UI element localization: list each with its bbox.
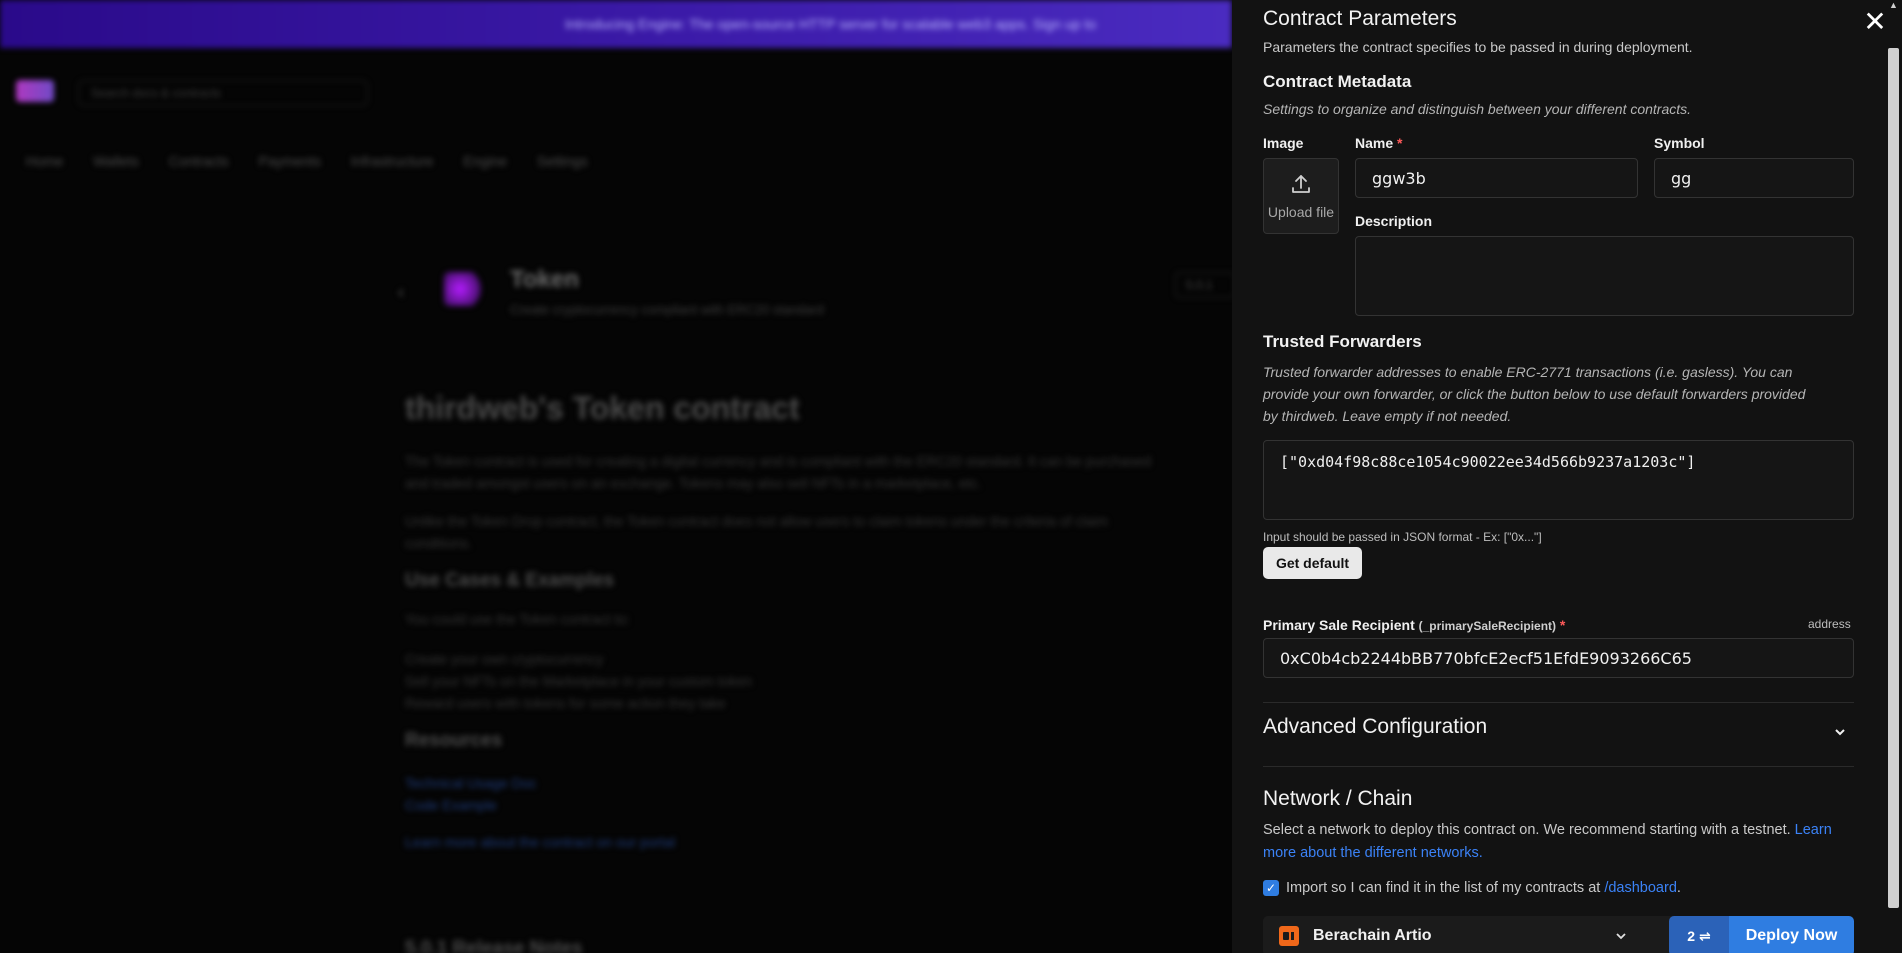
dashboard-link[interactable]: /dashboard xyxy=(1604,880,1677,896)
contract-description-1: The Token contract is used for creating … xyxy=(405,453,1152,491)
import-text: Import so I can find it in the list of m… xyxy=(1286,880,1681,896)
network-select-value: Berachain Artio xyxy=(1313,927,1432,944)
network-chain-title: Network / Chain xyxy=(1263,787,1413,810)
chevron-down-icon xyxy=(1835,729,1845,736)
nav-infrastructure: Infrastructure xyxy=(350,153,434,169)
image-label: Image xyxy=(1263,135,1304,151)
back-arrow-icon: ‹ xyxy=(398,282,404,302)
nav-wallets: Wallets xyxy=(93,153,139,169)
close-icon[interactable]: ✕ xyxy=(1862,8,1888,36)
drawer-scrollbar[interactable] xyxy=(1888,48,1899,908)
contract-title: Token xyxy=(510,266,579,293)
upload-label: Upload file xyxy=(1267,204,1335,220)
name-label: Name * xyxy=(1355,135,1403,151)
advanced-configuration-title: Advanced Configuration xyxy=(1263,715,1488,738)
symbol-label: Symbol xyxy=(1654,135,1705,151)
symbol-input[interactable]: gg xyxy=(1654,158,1854,198)
required-marker: * xyxy=(1397,135,1403,151)
nav-home: Home xyxy=(26,153,64,169)
get-default-button[interactable]: Get default xyxy=(1263,547,1362,579)
import-checkbox[interactable]: ✓ xyxy=(1263,880,1279,896)
primary-sale-recipient-input[interactable]: 0xC0b4cb2244bBB770bfcE2ecf51EfdE9093266C… xyxy=(1263,638,1854,678)
top-nav: Home Wallets Contracts Payments Infrastr… xyxy=(26,153,588,169)
upload-file-button[interactable]: Upload file xyxy=(1263,158,1339,234)
use-case-item: Reward users with tokens for some action… xyxy=(405,695,726,711)
nav-payments: Payments xyxy=(258,153,321,169)
release-notes-heading: 5.0.1 Release Notes xyxy=(405,938,583,953)
version-select: 5.0.1 xyxy=(1175,272,1235,298)
use-cases-intro: You could use the Token contract to: xyxy=(405,611,630,627)
contract-description-2: Unlike the Token Drop contract, the Toke… xyxy=(405,513,1108,551)
contract-metadata-desc: Settings to organize and distinguish bet… xyxy=(1263,101,1692,117)
advanced-configuration-toggle[interactable]: Advanced Configuration xyxy=(1263,703,1854,765)
nav-contracts: Contracts xyxy=(168,153,229,169)
nav-settings: Settings xyxy=(537,153,588,169)
name-input[interactable]: ggw3b xyxy=(1355,158,1638,198)
upload-icon xyxy=(1292,175,1310,193)
trusted-forwarders-desc: Trusted forwarder addresses to enable ER… xyxy=(1263,364,1806,424)
thirdweb-logo xyxy=(16,80,54,102)
search-box: Search docs & contracts xyxy=(78,80,368,106)
network-select[interactable]: Berachain Artio xyxy=(1263,916,1684,953)
announcement-banner: Introducing Engine: The open-source HTTP… xyxy=(0,0,1232,48)
use-case-item: Create your own cryptocurrency xyxy=(405,651,604,667)
required-marker: * xyxy=(1559,617,1566,633)
recipient-param-name: (_primarySaleRecipient) xyxy=(1418,619,1557,633)
description-label: Description xyxy=(1355,213,1433,229)
deploy-now-button[interactable]: Deploy Now xyxy=(1729,916,1854,953)
banner-text: Introducing Engine: The open-source HTTP… xyxy=(565,16,1097,32)
nav-engine: Engine xyxy=(463,153,507,169)
contract-parameters-desc: Parameters the contract specifies to be … xyxy=(1263,39,1693,55)
page: Introducing Engine: The open-source HTTP… xyxy=(0,0,1902,953)
use-case-item: Sell your NFTs on the Marketplace in you… xyxy=(405,673,753,689)
chevron-down-icon xyxy=(1616,933,1626,940)
recipient-type: address xyxy=(1808,617,1851,631)
learn-networks-link[interactable]: Learn xyxy=(1795,822,1832,838)
resource-link: Code Example xyxy=(405,797,497,813)
contract-parameters-title: Contract Parameters xyxy=(1263,7,1457,30)
trusted-forwarders-textarea[interactable]: ["0xd04f98c88ce1054c90022ee34d566b9237a1… xyxy=(1263,440,1854,520)
contract-metadata-title: Contract Metadata xyxy=(1263,72,1412,91)
berachain-icon xyxy=(1279,926,1299,946)
scroll-up-icon[interactable]: ▲ xyxy=(1888,0,1899,10)
learn-networks-link-continued[interactable]: more about the different networks. xyxy=(1263,845,1483,861)
primary-sale-recipient-label: Primary Sale Recipient (_primarySaleReci… xyxy=(1263,617,1566,633)
background-app: Introducing Engine: The open-source HTTP… xyxy=(0,0,1235,953)
description-textarea[interactable] xyxy=(1355,236,1854,316)
contract-heading: thirdweb's Token contract xyxy=(405,390,800,426)
resources-heading: Resources xyxy=(405,730,503,751)
contract-icon xyxy=(444,272,484,306)
use-cases-heading: Use Cases & Examples xyxy=(405,570,615,591)
resource-link: Technical Usage Doc xyxy=(405,775,537,791)
network-chain-desc: Select a network to deploy this contract… xyxy=(1263,822,1832,861)
contract-subtitle: Create cryptocurrency compliant with ERC… xyxy=(510,302,824,317)
trusted-forwarders-title: Trusted Forwarders xyxy=(1263,332,1422,351)
divider xyxy=(1263,766,1854,767)
deploy-count-button[interactable]: 2 ⇌ xyxy=(1669,916,1729,953)
forwarders-hint: Input should be passed in JSON format - … xyxy=(1263,530,1542,544)
learn-more-link: Learn more about the contract on our por… xyxy=(405,834,676,850)
